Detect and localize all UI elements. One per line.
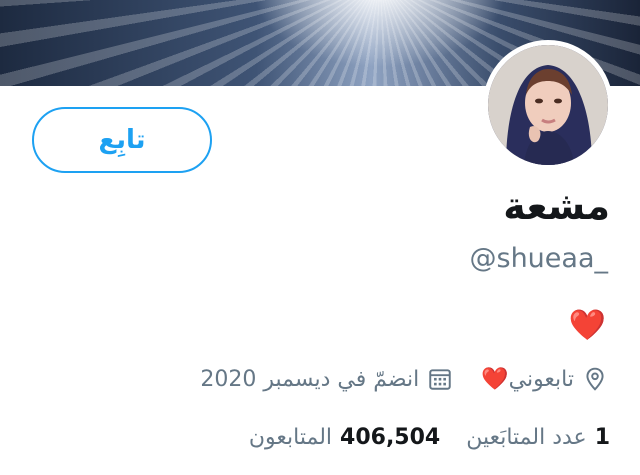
followers-stat[interactable]: 406,504 المتابعون [249,425,440,450]
user-handle: @shueaa_ [469,243,609,274]
display-name: مشعة [503,184,610,228]
joined-text: انضمّ في ديسمبر 2020 [200,366,420,392]
location-text: تابعوني❤️ [481,366,574,392]
following-label: عدد المتابَعين [466,424,587,450]
following-count: 1 [594,424,610,450]
joined-item: انضمّ في ديسمبر 2020 [200,366,453,392]
calendar-icon [427,366,453,392]
following-stat[interactable]: 1 عدد المتابَعين [466,425,610,450]
followers-count: 406,504 [340,424,441,450]
profile-meta: تابعوني❤️ انضمّ في ديسمبر 2020 [200,362,608,396]
location-item: تابعوني❤️ [481,366,608,392]
avatar-image [488,45,608,165]
bio-text: ❤️ [568,308,606,343]
profile-stats: 1 عدد المتابَعين 406,504 المتابعون [249,420,610,454]
follow-button[interactable]: تابِع [32,107,212,173]
map-pin-icon [582,366,608,392]
followers-label: المتابعون [248,424,333,450]
avatar[interactable] [483,40,613,170]
